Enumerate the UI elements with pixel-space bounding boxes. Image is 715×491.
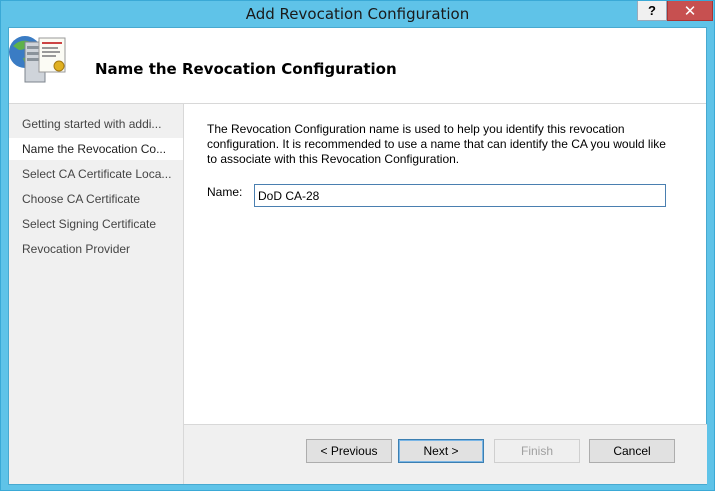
sidebar-item-select-signing-certificate[interactable]: Select Signing Certificate	[9, 213, 183, 235]
sidebar-item-getting-started[interactable]: Getting started with addi...	[9, 113, 183, 135]
dialog-client-area: Name the Revocation Configuration Gettin…	[8, 27, 707, 485]
wizard-footer: < Previous Next > Finish Cancel	[184, 424, 707, 484]
cancel-button[interactable]: Cancel	[589, 439, 675, 463]
server-certificate-icon	[9, 36, 66, 83]
previous-button[interactable]: < Previous	[306, 439, 392, 463]
help-button[interactable]: ?	[637, 1, 667, 21]
finish-button: Finish	[494, 439, 580, 463]
next-button[interactable]: Next >	[398, 439, 484, 463]
sidebar-item-choose-ca-certificate[interactable]: Choose CA Certificate	[9, 188, 183, 210]
sidebar-item-name-configuration[interactable]: Name the Revocation Co...	[9, 138, 183, 160]
wizard-steps-sidebar: Getting started with addi... Name the Re…	[9, 104, 183, 484]
sidebar-item-select-ca-location[interactable]: Select CA Certificate Loca...	[9, 163, 183, 185]
dialog-window: Add Revocation Configuration ? ✕ Name th…	[0, 0, 715, 491]
sidebar-item-revocation-provider[interactable]: Revocation Provider	[9, 238, 183, 260]
wizard-content: The Revocation Configuration name is use…	[183, 104, 707, 484]
name-label: Name:	[207, 185, 243, 199]
title-bar[interactable]: Add Revocation Configuration ? ✕	[1, 1, 714, 27]
name-input[interactable]	[254, 184, 666, 207]
close-button[interactable]: ✕	[667, 1, 713, 21]
description-text: The Revocation Configuration name is use…	[207, 122, 666, 166]
page-title: Name the Revocation Configuration	[95, 60, 397, 78]
wizard-header: Name the Revocation Configuration	[9, 28, 706, 104]
window-title: Add Revocation Configuration	[245, 5, 470, 23]
